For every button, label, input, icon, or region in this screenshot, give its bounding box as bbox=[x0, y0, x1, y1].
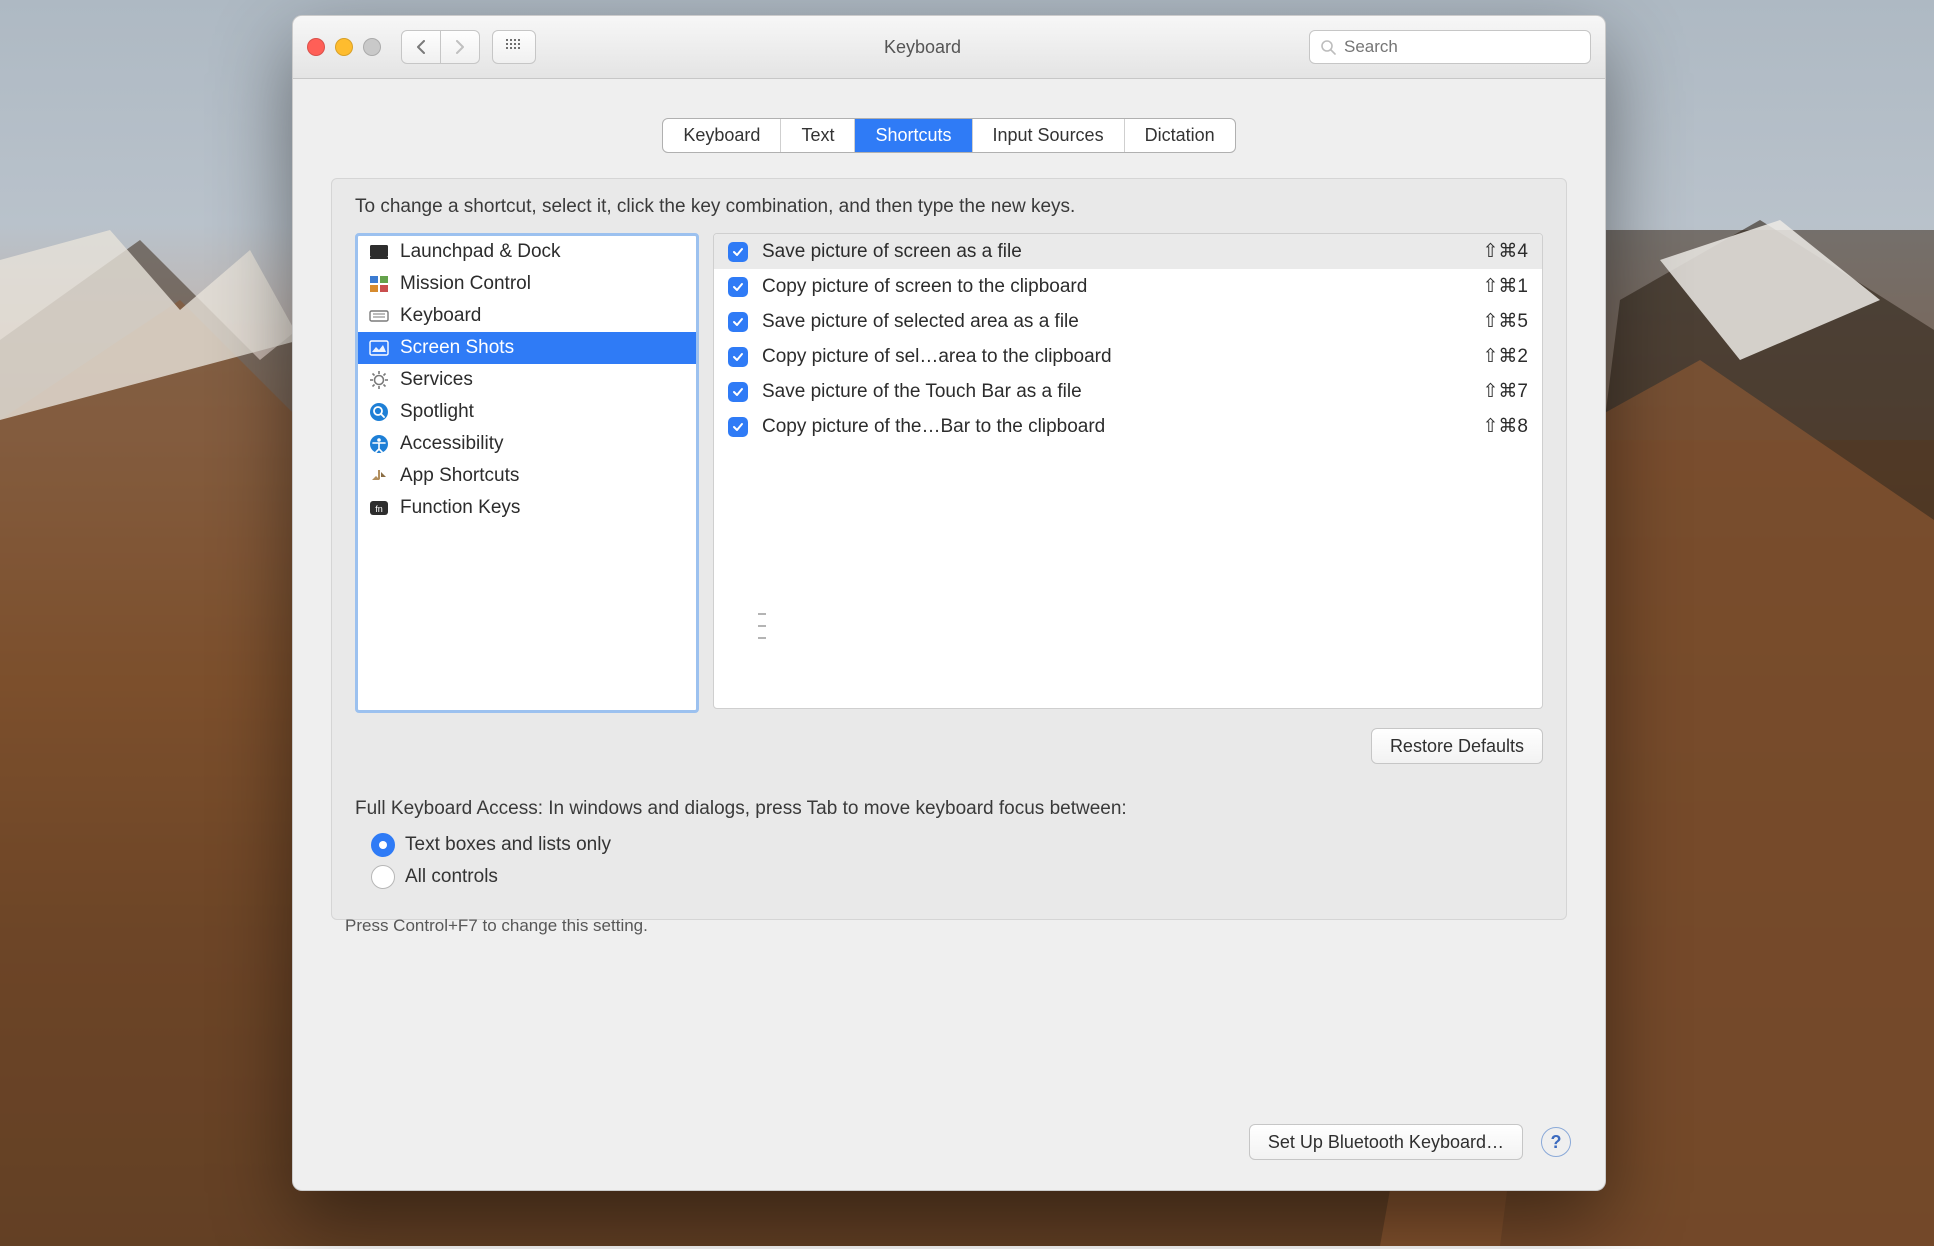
tab-input-sources[interactable]: Input Sources bbox=[973, 119, 1125, 152]
app-shortcuts-icon bbox=[368, 465, 390, 487]
radio-button[interactable] bbox=[371, 833, 395, 857]
shortcut-label: Copy picture of the…Bar to the clipboard bbox=[762, 416, 1469, 438]
spotlight-icon bbox=[368, 401, 390, 423]
shortcut-keys[interactable]: ⇧⌘8 bbox=[1483, 415, 1529, 438]
help-button[interactable]: ? bbox=[1541, 1127, 1571, 1157]
grid-icon bbox=[506, 39, 522, 55]
accessibility-icon bbox=[368, 433, 390, 455]
shortcut-label: Save picture of the Touch Bar as a file bbox=[762, 381, 1469, 403]
search-icon bbox=[1320, 39, 1336, 55]
checkbox[interactable] bbox=[728, 382, 748, 402]
forward-button[interactable] bbox=[441, 30, 480, 64]
preferences-window: Keyboard KeyboardTextShortcutsInput Sour… bbox=[292, 15, 1606, 1191]
shortcut-keys[interactable]: ⇧⌘5 bbox=[1483, 310, 1529, 333]
keyboard-icon bbox=[368, 305, 390, 327]
checkbox[interactable] bbox=[728, 312, 748, 332]
shortcut-row[interactable]: Copy picture of sel…area to the clipboar… bbox=[714, 339, 1542, 374]
close-icon[interactable] bbox=[307, 38, 325, 56]
shortcut-label: Copy picture of screen to the clipboard bbox=[762, 276, 1469, 298]
radio-button[interactable] bbox=[371, 865, 395, 889]
shortcut-list[interactable]: Save picture of screen as a file ⇧⌘4 Copy … bbox=[713, 233, 1543, 709]
category-keyboard[interactable]: Keyboard bbox=[358, 300, 696, 332]
category-label: Spotlight bbox=[400, 401, 474, 423]
radio-option[interactable]: All controls bbox=[371, 865, 611, 889]
tab-dictation[interactable]: Dictation bbox=[1125, 119, 1235, 152]
instruction-text: To change a shortcut, select it, click t… bbox=[355, 196, 1075, 218]
function-keys-icon: fn bbox=[368, 497, 390, 519]
full-keyboard-access-options: Text boxes and lists only All controls bbox=[371, 833, 611, 889]
category-label: Launchpad & Dock bbox=[400, 241, 561, 263]
checkbox[interactable] bbox=[728, 347, 748, 367]
shortcut-label: Save picture of screen as a file bbox=[762, 241, 1469, 263]
category-label: Services bbox=[400, 369, 473, 391]
press-hint: Press Control+F7 to change this setting. bbox=[345, 916, 648, 936]
category-list[interactable]: Launchpad & Dock Mission Control Keyboard S… bbox=[355, 233, 699, 713]
category-label: Accessibility bbox=[400, 433, 503, 455]
search-field[interactable] bbox=[1309, 30, 1591, 64]
nav-group bbox=[401, 30, 480, 64]
panels: Launchpad & Dock Mission Control Keyboard S… bbox=[355, 233, 1543, 713]
category-function-keys[interactable]: fn Function Keys bbox=[358, 492, 696, 524]
radio-label: All controls bbox=[405, 866, 498, 888]
search-input[interactable] bbox=[1342, 36, 1580, 58]
shortcut-keys[interactable]: ⇧⌘4 bbox=[1483, 240, 1529, 263]
shortcut-row[interactable]: Save picture of the Touch Bar as a file ⇧… bbox=[714, 374, 1542, 409]
services-icon bbox=[368, 369, 390, 391]
category-label: Mission Control bbox=[400, 273, 531, 295]
shortcut-label: Save picture of selected area as a file bbox=[762, 311, 1469, 333]
chevron-right-icon bbox=[454, 40, 466, 54]
svg-text:fn: fn bbox=[375, 504, 383, 514]
category-services[interactable]: Services bbox=[358, 364, 696, 396]
checkbox[interactable] bbox=[728, 417, 748, 437]
shortcut-keys[interactable]: ⇧⌘7 bbox=[1483, 380, 1529, 403]
shortcut-keys[interactable]: ⇧⌘2 bbox=[1483, 345, 1529, 368]
mission-control-icon bbox=[368, 273, 390, 295]
shortcut-label: Copy picture of sel…area to the clipboar… bbox=[762, 346, 1469, 368]
show-all-button[interactable] bbox=[492, 30, 536, 64]
radio-label: Text boxes and lists only bbox=[405, 834, 611, 856]
back-button[interactable] bbox=[401, 30, 441, 64]
window-controls bbox=[307, 38, 381, 56]
shortcut-row[interactable]: Copy picture of the…Bar to the clipboard… bbox=[714, 409, 1542, 444]
bluetooth-keyboard-button[interactable]: Set Up Bluetooth Keyboard… bbox=[1249, 1124, 1523, 1160]
tab-text[interactable]: Text bbox=[781, 119, 855, 152]
checkbox[interactable] bbox=[728, 242, 748, 262]
category-label: Function Keys bbox=[400, 497, 520, 519]
category-label: Keyboard bbox=[400, 305, 481, 327]
tabs: KeyboardTextShortcutsInput SourcesDictat… bbox=[293, 118, 1605, 153]
category-launchpad-dock[interactable]: Launchpad & Dock bbox=[358, 236, 696, 268]
chevron-left-icon bbox=[415, 40, 427, 54]
screenshots-icon bbox=[368, 337, 390, 359]
shortcut-row[interactable]: Save picture of selected area as a file ⇧… bbox=[714, 304, 1542, 339]
shortcut-row[interactable]: Save picture of screen as a file ⇧⌘4 bbox=[714, 234, 1542, 269]
shortcut-keys[interactable]: ⇧⌘1 bbox=[1483, 275, 1529, 298]
window-title: Keyboard bbox=[548, 37, 1297, 58]
category-mission-control[interactable]: Mission Control bbox=[358, 268, 696, 300]
footer: Set Up Bluetooth Keyboard… ? bbox=[1249, 1124, 1571, 1160]
category-spotlight[interactable]: Spotlight bbox=[358, 396, 696, 428]
window-body: KeyboardTextShortcutsInput SourcesDictat… bbox=[293, 78, 1605, 1190]
category-screen-shots[interactable]: Screen Shots bbox=[358, 332, 696, 364]
category-label: Screen Shots bbox=[400, 337, 514, 359]
category-accessibility[interactable]: Accessibility bbox=[358, 428, 696, 460]
zoom-icon bbox=[363, 38, 381, 56]
radio-option[interactable]: Text boxes and lists only bbox=[371, 833, 611, 857]
tab-shortcuts[interactable]: Shortcuts bbox=[855, 119, 972, 152]
category-app-shortcuts[interactable]: App Shortcuts bbox=[358, 460, 696, 492]
category-label: App Shortcuts bbox=[400, 465, 519, 487]
launchpad-icon bbox=[368, 241, 390, 263]
minimize-icon[interactable] bbox=[335, 38, 353, 56]
shortcut-row[interactable]: Copy picture of screen to the clipboard ⇧… bbox=[714, 269, 1542, 304]
resize-handle-icon[interactable] bbox=[758, 613, 766, 639]
tab-keyboard[interactable]: Keyboard bbox=[663, 119, 781, 152]
full-keyboard-access-label: Full Keyboard Access: In windows and dia… bbox=[355, 798, 1127, 820]
restore-defaults-button[interactable]: Restore Defaults bbox=[1371, 728, 1543, 764]
checkbox[interactable] bbox=[728, 277, 748, 297]
titlebar: Keyboard bbox=[293, 16, 1605, 79]
